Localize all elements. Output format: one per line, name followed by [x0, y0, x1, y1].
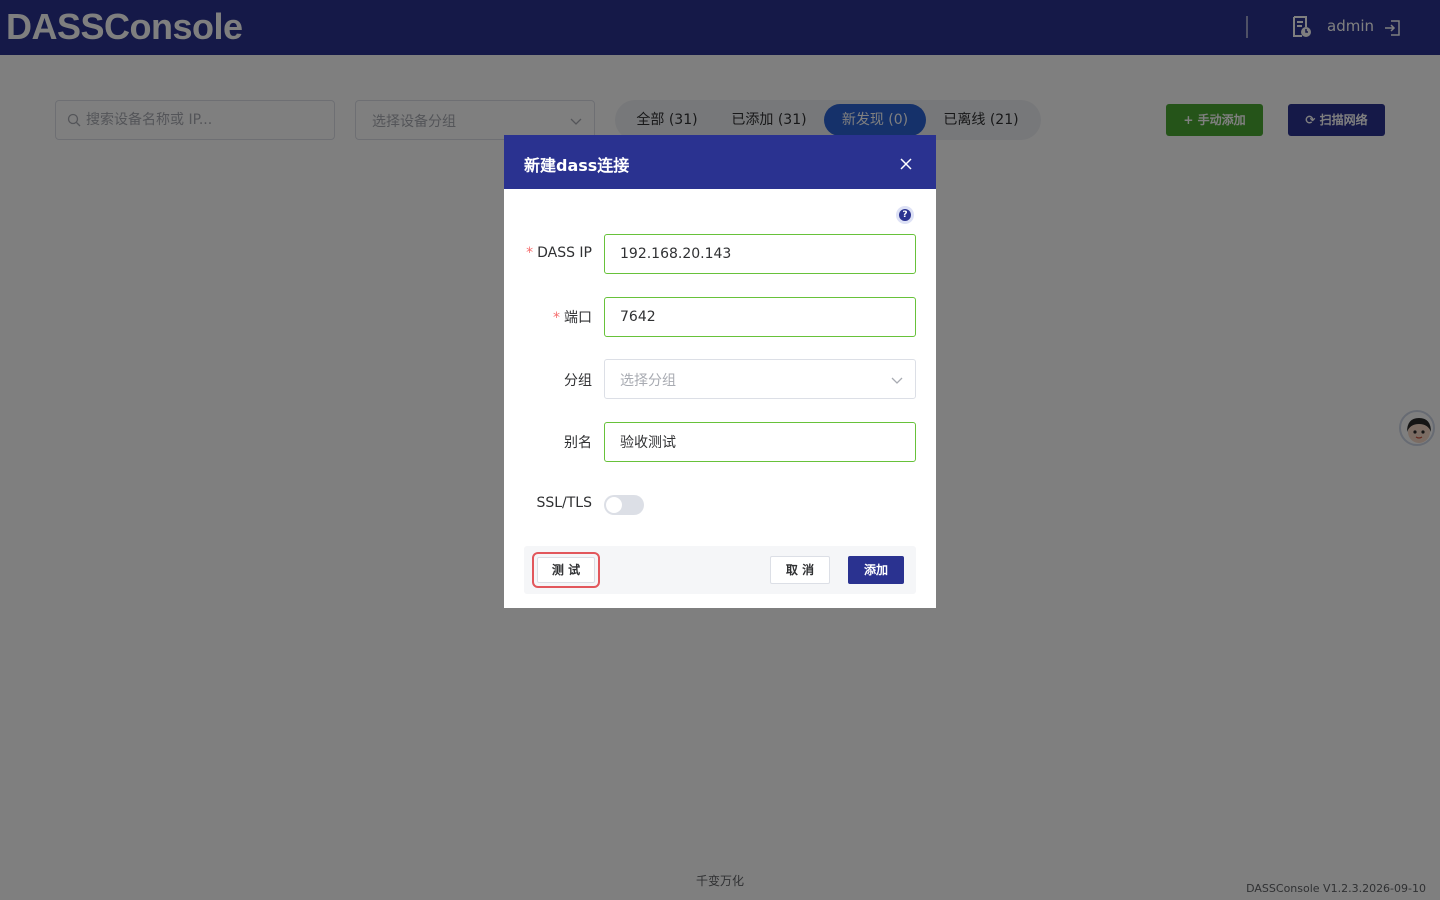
port-field[interactable]	[604, 297, 916, 337]
help-icon[interactable]: ?	[896, 206, 914, 224]
group-select-placeholder: 选择分组	[620, 373, 676, 389]
required-asterisk: *	[553, 310, 560, 326]
dialog-title: 新建dass连接	[524, 156, 630, 175]
ssl-toggle[interactable]	[604, 495, 644, 515]
alias-input[interactable]	[620, 423, 910, 461]
test-button[interactable]: 测 试	[537, 557, 595, 583]
alias-field-label: 别名	[564, 435, 592, 451]
ip-input[interactable]	[620, 235, 910, 273]
port-input[interactable]	[620, 298, 910, 336]
add-button[interactable]: 添加	[848, 556, 904, 584]
test-button-highlight: 测 试	[532, 552, 600, 588]
chevron-down-icon	[891, 377, 903, 384]
new-dass-connection-dialog: 新建dass连接 ? *DASS IP *端口 分组 选择分组 别名 SSL/T…	[504, 135, 936, 608]
dialog-footer: 测 试 取 消 添加	[524, 546, 916, 594]
alias-field[interactable]	[604, 422, 916, 462]
port-field-label: * 端口	[553, 307, 592, 327]
close-icon[interactable]	[900, 158, 912, 170]
ssl-field-label: SSL/TLS	[536, 495, 592, 511]
cancel-button[interactable]: 取 消	[770, 556, 830, 584]
group-field-label: 分组	[564, 373, 592, 389]
question-mark-icon: ?	[899, 209, 911, 221]
group-select[interactable]: 选择分组	[604, 359, 916, 399]
dialog-header: 新建dass连接	[504, 135, 936, 189]
ip-label-text: DASS IP	[537, 245, 592, 261]
required-asterisk: *	[526, 245, 534, 261]
ip-field[interactable]	[604, 234, 916, 274]
ip-field-label: * DASS IP	[526, 245, 592, 261]
port-label-text: 端口	[564, 310, 592, 326]
toggle-knob	[606, 497, 622, 513]
